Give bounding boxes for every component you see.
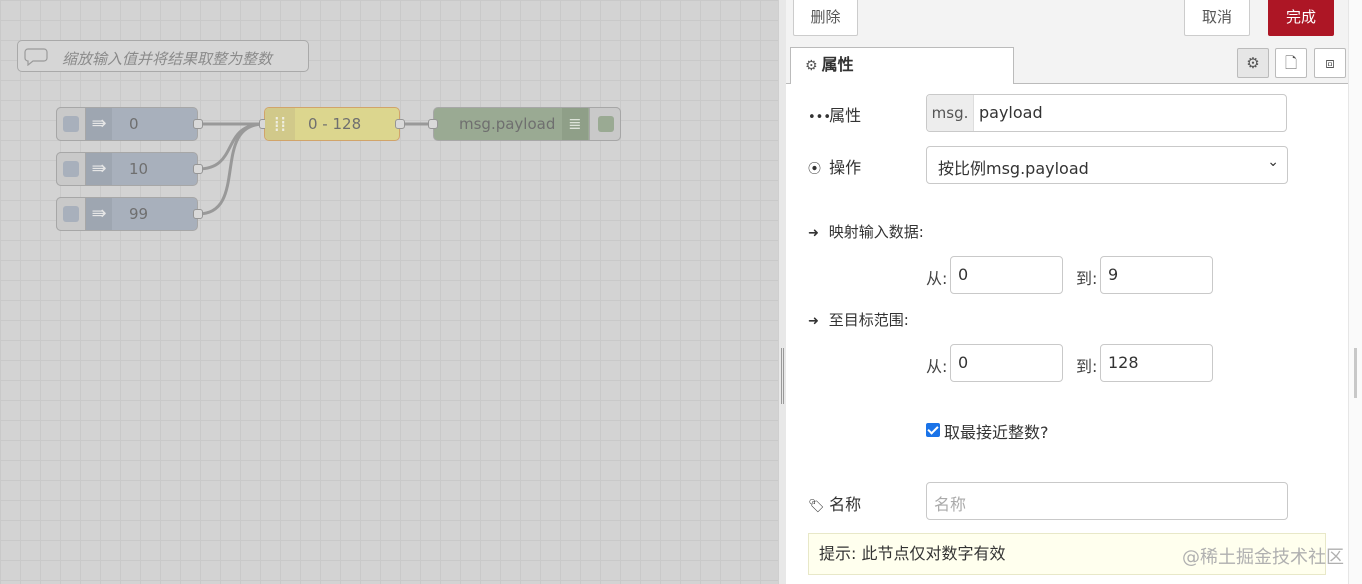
property-input[interactable]: msg. payload <box>926 94 1287 132</box>
input-from-field[interactable]: 0 <box>950 256 1063 294</box>
property-label: 属性 <box>829 106 862 125</box>
msg-type-selector[interactable]: msg. <box>927 95 974 131</box>
target-to-field[interactable]: 128 <box>1100 344 1213 382</box>
cancel-button[interactable]: 取消 <box>1184 0 1250 36</box>
settings-tab-button[interactable]: ⚙ <box>1237 48 1269 78</box>
target-from-label: 从: <box>926 357 948 376</box>
input-range-label: 映射输入数据: <box>828 223 924 241</box>
arrow-in-icon: ⇛ <box>86 198 112 230</box>
inject-node[interactable]: ⇛ 0 <box>56 107 203 141</box>
inject-trigger-button[interactable] <box>56 197 86 231</box>
output-port[interactable] <box>193 164 203 174</box>
tip-text: 提示: 此节点仅对数字有效 <box>819 544 1006 563</box>
name-label-row: 🏷 名称 <box>808 491 861 515</box>
property-value: payload <box>979 103 1043 122</box>
input-range-row: ➜ 映射输入数据: <box>808 221 924 242</box>
target-to-label: 到: <box>1076 357 1098 376</box>
round-checkbox[interactable] <box>926 423 940 437</box>
chevron-down-icon: ⌄ <box>1267 154 1279 170</box>
file-icon: 🗋 <box>1284 54 1298 72</box>
inject-node[interactable]: ⇛ 99 <box>56 197 203 231</box>
round-label: 取最接近整数? <box>944 423 1049 442</box>
appearance-tab-button[interactable]: ⧈ <box>1314 48 1346 78</box>
radio-dot-icon: ⦿ <box>808 162 822 177</box>
arrow-in-icon: ⇛ <box>86 153 112 185</box>
input-port[interactable] <box>428 119 438 129</box>
inject-node-label: 99 <box>129 205 149 223</box>
range-node-label: 0 - 128 <box>308 115 362 133</box>
input-from-label: 从: <box>926 269 948 288</box>
range-node[interactable]: ⁞⁞ 0 - 128 <box>259 107 405 141</box>
target-from-field[interactable]: 0 <box>950 344 1063 382</box>
target-to-value: 128 <box>1108 353 1139 372</box>
tab-bar: ⚙ 属性 ⚙ 🗋 ⧈ <box>786 43 1348 84</box>
inject-node-label: 0 <box>129 115 139 133</box>
input-to-field[interactable]: 9 <box>1100 256 1213 294</box>
arrow-in-icon: ⇛ <box>86 108 112 140</box>
tag-icon: 🏷 <box>808 499 825 514</box>
ellipsis-icon: ••• <box>808 110 832 125</box>
inject-trigger-button[interactable] <box>56 152 86 186</box>
comment-icon <box>24 48 48 66</box>
action-label: 操作 <box>829 158 862 177</box>
scrollbar-thumb[interactable] <box>1354 348 1357 398</box>
watermark: @稀土掘金技术社区 <box>1182 547 1344 568</box>
frame-icon: ⧈ <box>1325 54 1335 72</box>
list-icon: ≣ <box>562 108 588 140</box>
debug-toggle-button[interactable] <box>589 107 621 141</box>
tab-label: 属性 <box>821 55 854 74</box>
edit-tray: 删除 取消 完成 ⚙ 属性 ⚙ 🗋 ⧈ ••• 属性 msg. payload ⦿… <box>786 0 1362 584</box>
action-label-row: ⦿ 操作 <box>808 154 861 178</box>
range-icon: ⁞⁞ <box>265 108 295 140</box>
comment-text: 缩放输入值并将结果取整为整数 <box>62 50 273 68</box>
target-from-value: 0 <box>958 353 969 372</box>
tray-toolbar: 删除 取消 完成 <box>786 0 1348 44</box>
gear-icon: ⚙ <box>805 58 818 74</box>
output-port[interactable] <box>395 119 405 129</box>
sign-in-icon: ➜ <box>808 226 819 241</box>
inject-node-label: 10 <box>129 160 149 178</box>
input-to-label: 到: <box>1076 269 1098 288</box>
flow-canvas[interactable]: 缩放输入值并将结果取整为整数 ⇛ 0 ⇛ 10 ⇛ 99 ⁞⁞ 0 - 128 … <box>0 0 778 584</box>
output-port[interactable] <box>193 209 203 219</box>
target-range-row: ➜ 至目标范围: <box>808 309 909 330</box>
debug-node-label: msg.payload <box>459 115 556 133</box>
target-range-label: 至目标范围: <box>828 311 909 329</box>
inject-trigger-button[interactable] <box>56 107 86 141</box>
property-label-row: ••• 属性 <box>808 102 861 126</box>
input-to-value: 9 <box>1108 265 1119 284</box>
splitter-grip[interactable] <box>781 348 784 404</box>
inject-node[interactable]: ⇛ 10 <box>56 152 203 186</box>
comment-node[interactable]: 缩放输入值并将结果取整为整数 <box>17 40 309 72</box>
debug-node[interactable]: msg.payload ≣ <box>428 107 621 141</box>
done-button[interactable]: 完成 <box>1268 0 1334 36</box>
name-placeholder: 名称 <box>934 495 967 514</box>
name-label: 名称 <box>829 495 862 514</box>
tab-properties[interactable]: ⚙ 属性 <box>790 47 1014 84</box>
delete-button[interactable]: 删除 <box>793 0 858 36</box>
sign-out-icon: ➜ <box>808 314 819 329</box>
action-select[interactable]: 按比例msg.payload ⌄ <box>926 146 1288 184</box>
action-selected-value: 按比例msg.payload <box>938 159 1089 178</box>
tray-scrollbar[interactable] <box>1348 0 1362 584</box>
name-input[interactable]: 名称 <box>926 482 1288 520</box>
description-tab-button[interactable]: 🗋 <box>1275 48 1307 78</box>
input-from-value: 0 <box>958 265 969 284</box>
output-port[interactable] <box>193 119 203 129</box>
wires <box>197 122 433 216</box>
gear-icon: ⚙ <box>1246 54 1260 72</box>
